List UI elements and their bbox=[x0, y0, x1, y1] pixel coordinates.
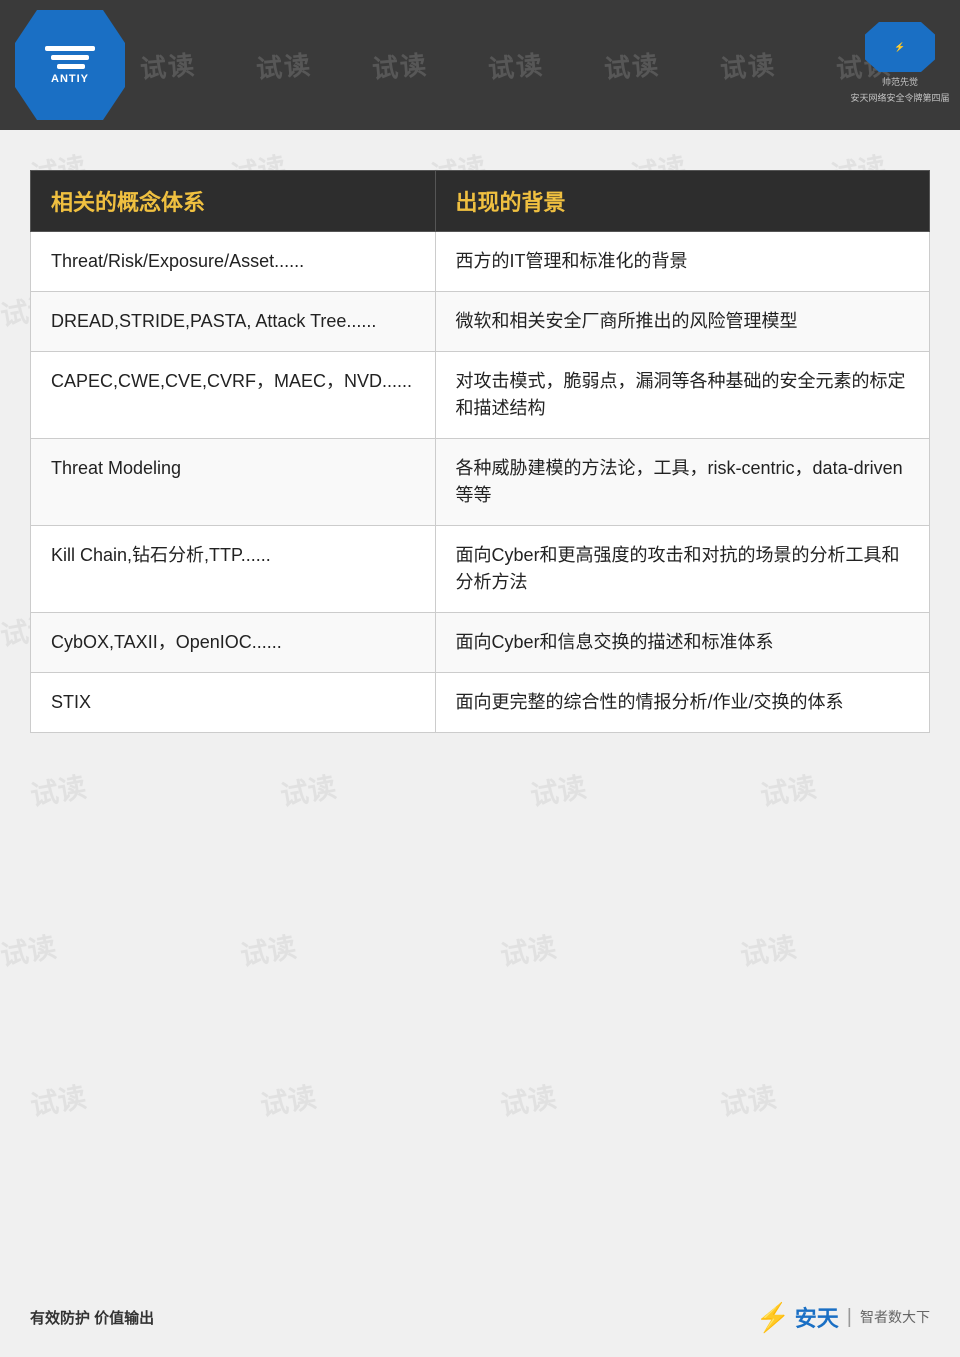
table-row: CAPEC,CWE,CVE,CVRF，MAEC，NVD...... 对攻击模式，… bbox=[31, 352, 930, 439]
table-row: DREAD,STRIDE,PASTA, Attack Tree...... 微软… bbox=[31, 292, 930, 352]
mwm-21: 试读 bbox=[527, 765, 589, 814]
logo-stripe-1 bbox=[45, 46, 95, 51]
mwm-26: 试读 bbox=[737, 925, 799, 974]
logo-stripe-3 bbox=[57, 64, 85, 69]
table-row: Kill Chain,钻石分析,TTP...... 面向Cyber和更高强度的攻… bbox=[31, 526, 930, 613]
table-row: CybOX,TAXII，OpenIOC...... 面向Cyber和信息交换的描… bbox=[31, 613, 930, 673]
col1-header: 相关的概念体系 bbox=[31, 171, 436, 232]
watermark-6: 试读 bbox=[719, 44, 778, 86]
corner-sub: 安天网络安全令牌第四届 bbox=[850, 91, 949, 104]
watermark-5: 试读 bbox=[603, 44, 662, 86]
watermark-4: 试读 bbox=[487, 44, 546, 86]
table-row: Threat/Risk/Exposure/Asset...... 西方的IT管理… bbox=[31, 232, 930, 292]
footer: 有效防护 价值输出 ⚡ 安天 | 智者数大下 bbox=[0, 1277, 960, 1357]
row7-col2: 面向更完整的综合性的情报分析/作业/交换的体系 bbox=[435, 673, 929, 733]
footer-brand: 安天 bbox=[795, 1301, 839, 1333]
lightning-icon: ⚡ bbox=[756, 1301, 791, 1334]
mwm-30: 试读 bbox=[717, 1075, 779, 1124]
footer-tagline: 有效防护 价值输出 bbox=[30, 1307, 154, 1328]
row7-col1: STIX bbox=[31, 673, 436, 733]
mwm-20: 试读 bbox=[277, 765, 339, 814]
content-table: 相关的概念体系 出现的背景 Threat/Risk/Exposure/Asset… bbox=[30, 170, 930, 733]
mwm-23: 试读 bbox=[0, 925, 59, 974]
watermark-2: 试读 bbox=[255, 44, 314, 86]
mwm-19: 试读 bbox=[27, 765, 89, 814]
mwm-29: 试读 bbox=[497, 1075, 559, 1124]
footer-brand-sub: 智者数大下 bbox=[860, 1307, 930, 1327]
logo-stripe-2 bbox=[51, 55, 89, 60]
mwm-24: 试读 bbox=[237, 925, 299, 974]
mwm-25: 试读 bbox=[497, 925, 559, 974]
row1-col1: Threat/Risk/Exposure/Asset...... bbox=[31, 232, 436, 292]
watermark-1: 试读 bbox=[138, 44, 197, 86]
row2-col1: DREAD,STRIDE,PASTA, Attack Tree...... bbox=[31, 292, 436, 352]
logo-stripes bbox=[45, 46, 95, 69]
mwm-27: 试读 bbox=[27, 1075, 89, 1124]
table-row: STIX 面向更完整的综合性的情报分析/作业/交换的体系 bbox=[31, 673, 930, 733]
header: ANTIY 试读 试读 试读 试读 试读 试读 试读 ⚡ 帅范先觉 安天网络安全… bbox=[0, 0, 960, 130]
header-watermarks: 试读 试读 试读 试读 试读 试读 试读 bbox=[0, 0, 960, 130]
watermark-3: 试读 bbox=[371, 44, 430, 86]
row1-col2: 西方的IT管理和标准化的背景 bbox=[435, 232, 929, 292]
row3-col2: 对攻击模式，脆弱点，漏洞等各种基础的安全元素的标定和描述结构 bbox=[435, 352, 929, 439]
col2-header: 出现的背景 bbox=[435, 171, 929, 232]
mwm-22: 试读 bbox=[757, 765, 819, 814]
corner-hex-text: ⚡ bbox=[894, 42, 905, 53]
main-content: 试读 试读 试读 试读 试读 试读 试读 试读 试读 试读 试读 试读 试读 试… bbox=[0, 130, 960, 753]
row6-col2: 面向Cyber和信息交换的描述和标准体系 bbox=[435, 613, 929, 673]
corner-hex: ⚡ bbox=[865, 22, 935, 72]
row3-col1: CAPEC,CWE,CVE,CVRF，MAEC，NVD...... bbox=[31, 352, 436, 439]
antiy-logo: ANTIY bbox=[15, 10, 125, 120]
row4-col1: Threat Modeling bbox=[31, 439, 436, 526]
row4-col2: 各种威胁建模的方法论，工具，risk-centric，data-driven等等 bbox=[435, 439, 929, 526]
footer-logo: ⚡ 安天 | 智者数大下 bbox=[756, 1301, 930, 1334]
row5-col2: 面向Cyber和更高强度的攻击和对抗的场景的分析工具和分析方法 bbox=[435, 526, 929, 613]
mwm-28: 试读 bbox=[257, 1075, 319, 1124]
row2-col2: 微软和相关安全厂商所推出的风险管理模型 bbox=[435, 292, 929, 352]
row5-col1: Kill Chain,钻石分析,TTP...... bbox=[31, 526, 436, 613]
row6-col1: CybOX,TAXII，OpenIOC...... bbox=[31, 613, 436, 673]
corner-brand: 帅范先觉 bbox=[882, 75, 918, 88]
footer-divider: | bbox=[847, 1306, 852, 1329]
table-row: Threat Modeling 各种威胁建模的方法论，工具，risk-centr… bbox=[31, 439, 930, 526]
header-corner-logo: ⚡ 帅范先觉 安天网络安全令牌第四届 bbox=[850, 8, 950, 118]
logo-label: ANTIY bbox=[51, 73, 89, 85]
